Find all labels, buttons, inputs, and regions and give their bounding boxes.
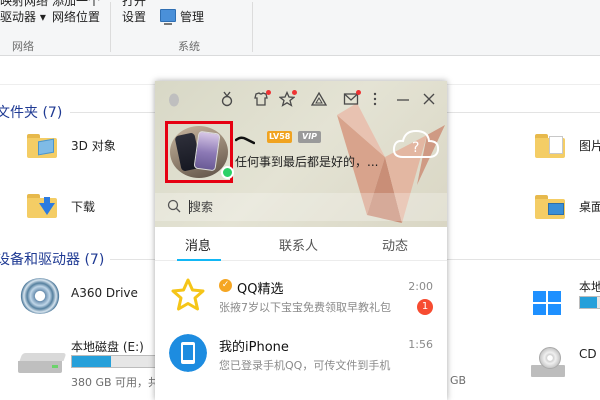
ribbon-settings-label[interactable]: 设置 xyxy=(122,10,146,24)
text-caret xyxy=(189,200,190,214)
vip-badge[interactable]: VIP xyxy=(298,131,322,143)
local-disk-icon[interactable] xyxy=(18,353,67,375)
chat-time: 1:56 xyxy=(408,338,433,351)
tab-contacts[interactable]: 联系人 xyxy=(279,235,318,254)
chat-item-qq-selection[interactable]: ✓ QQ精选 2:00 张掖7岁以下宝宝免费领取早教礼包 1 xyxy=(155,268,447,326)
drive-cd-label[interactable]: CD xyxy=(579,347,597,361)
qq-tab-bar: 消息 联系人 动态 xyxy=(155,227,447,261)
close-icon[interactable] xyxy=(421,91,437,107)
folder-3d-objects-label[interactable]: 3D 对象 xyxy=(71,137,116,154)
search-bar[interactable] xyxy=(155,193,447,221)
search-icon xyxy=(167,199,181,213)
manage-icon[interactable] xyxy=(160,9,176,25)
ribbon-map-network-label[interactable]: 映射网络 xyxy=(0,0,48,8)
personal-signature[interactable]: 任何事到最后都是好的，... xyxy=(235,153,378,170)
ribbon-network-location[interactable]: 网络位置 xyxy=(52,10,100,24)
phone-icon xyxy=(169,334,207,372)
qq-main-panel[interactable]: LV58 VIP 任何事到最后都是好的，... ? 消息 联系人 动态 ✓ QQ… xyxy=(155,81,447,400)
online-status-icon[interactable] xyxy=(221,166,234,179)
folder-desktop-label[interactable]: 桌面 xyxy=(579,198,600,215)
level-badge[interactable]: LV58 xyxy=(267,131,293,143)
cd-drive-icon[interactable] xyxy=(531,347,567,381)
ribbon-drive-dropdown[interactable]: 驱动器 ▾ xyxy=(0,10,46,24)
a360-drive-icon[interactable] xyxy=(20,278,60,314)
drive-e-usage-fill xyxy=(72,356,111,367)
drive-right-usage-bar xyxy=(579,296,600,309)
chat-name: QQ精选 xyxy=(237,282,284,297)
ribbon-manage-label[interactable]: 管理 xyxy=(180,10,204,24)
nickname-brush-icon xyxy=(235,136,255,145)
desktop-folder-icon[interactable] xyxy=(535,195,565,219)
drive-size-fragment: GB xyxy=(450,374,467,387)
avatar[interactable] xyxy=(170,126,228,178)
triangle-app-icon[interactable] xyxy=(310,91,328,107)
chat-preview: 张掖7岁以下宝宝免费领取早教礼包 xyxy=(219,301,391,314)
tab-feeds[interactable]: 动态 xyxy=(382,235,408,254)
folder-pictures-label[interactable]: 图片 xyxy=(579,137,600,154)
official-account-badge: ✓ xyxy=(219,279,232,292)
explorer-ribbon: 映射网络 添加一个 驱动器 ▾ 网络位置 网络 打开 设置 管理 系统 xyxy=(0,0,600,56)
weather-cloud-icon[interactable]: ? xyxy=(391,127,441,163)
folder-downloads-label[interactable]: 下载 xyxy=(71,198,95,215)
chat-item-my-iphone[interactable]: 我的iPhone 1:56 您已登录手机QQ，可传文件到手机 xyxy=(155,326,447,384)
star-icon xyxy=(171,278,205,311)
avatar-highlight-box xyxy=(165,121,234,183)
medal-icon[interactable] xyxy=(219,91,235,107)
ribbon-separator xyxy=(252,2,253,52)
active-tab-indicator xyxy=(177,259,221,261)
tab-messages[interactable]: 消息 xyxy=(185,235,211,254)
ribbon-separator xyxy=(110,2,111,52)
more-menu-icon[interactable] xyxy=(367,91,383,107)
qq-penguin-icon xyxy=(169,93,179,107)
qq-header: LV58 VIP 任何事到最后都是好的，... ? xyxy=(155,81,447,227)
chat-preview: 您已登录手机QQ，可传文件到手机 xyxy=(219,359,391,372)
downloads-folder-icon[interactable] xyxy=(27,194,57,218)
ribbon-open-label[interactable]: 打开 xyxy=(122,0,146,8)
folders-heading[interactable]: 文件夹 (7) xyxy=(0,102,62,122)
outfit-icon[interactable] xyxy=(253,90,271,107)
drive-a360-label[interactable]: A360 Drive xyxy=(71,286,138,300)
mail-icon[interactable] xyxy=(343,90,361,107)
minimize-icon[interactable] xyxy=(395,91,411,107)
pictures-folder-icon[interactable] xyxy=(535,134,565,158)
ribbon-group-network: 网络 xyxy=(12,40,34,53)
star-icon[interactable] xyxy=(278,90,297,107)
windows-drive-icon[interactable] xyxy=(533,291,563,317)
drive-e-usage-bar xyxy=(71,355,157,368)
chat-name: 我的iPhone xyxy=(219,340,289,355)
ribbon-group-system: 系统 xyxy=(178,40,200,53)
unread-count-badge: 1 xyxy=(417,299,433,315)
drive-e-free-text: 380 GB 可用，共 xyxy=(71,376,160,389)
drive-local-right-label[interactable]: 本地 xyxy=(579,278,600,295)
search-input[interactable] xyxy=(189,199,339,215)
devices-heading[interactable]: 设备和驱动器 (7) xyxy=(0,249,104,269)
ribbon-add-label[interactable]: 添加一个 xyxy=(52,0,100,8)
3d-objects-folder-icon[interactable] xyxy=(27,134,57,158)
svg-text:?: ? xyxy=(412,140,419,156)
drive-e-label[interactable]: 本地磁盘 (E:) xyxy=(71,338,144,355)
chat-time: 2:00 xyxy=(408,280,433,293)
